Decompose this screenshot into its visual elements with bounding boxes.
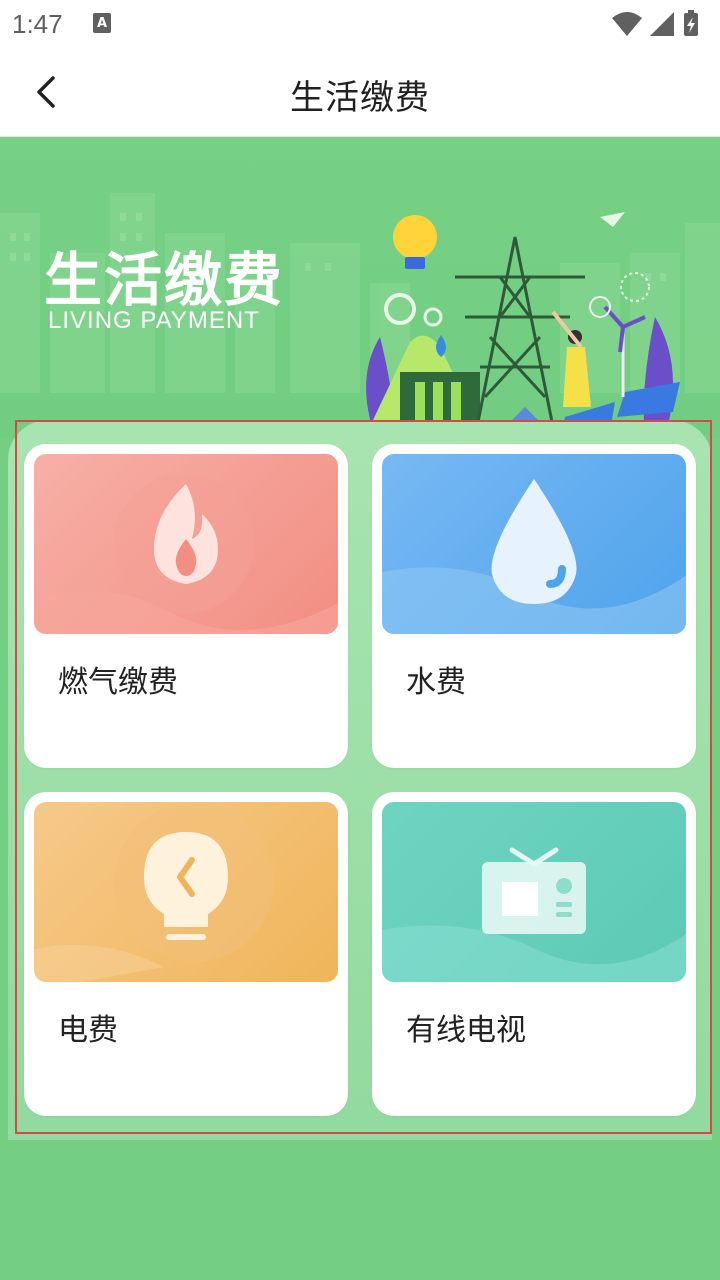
banner-title: 生活缴费 — [44, 246, 285, 314]
electricity-bill-card[interactable]: 电费 — [24, 792, 348, 1116]
water-bill-label: 水费 — [406, 665, 466, 700]
cable-tv-card[interactable]: 有线电视 — [372, 792, 696, 1116]
water-bill-card[interactable]: 水费 — [372, 444, 696, 768]
status-bar: 1:47 A — [0, 0, 720, 48]
banner-subtitle: LIVING PAYMENT — [48, 307, 260, 334]
gas-payment-label: 燃气缴费 — [58, 665, 178, 700]
battery-charging-icon — [684, 10, 698, 36]
signal-icon — [650, 12, 674, 36]
cable-tv-label: 有线电视 — [406, 1013, 526, 1048]
banner: 生活缴费 LIVING PAYMENT — [0, 137, 720, 437]
service-panel: 燃气缴费 水费 电费 有线电视 — [8, 420, 712, 1140]
water-drop-icon — [491, 479, 577, 604]
svg-text:A: A — [97, 16, 107, 31]
water-card-art — [382, 454, 686, 634]
gas-card-art — [34, 454, 338, 634]
energy-illustration — [365, 212, 680, 437]
status-time: 1:47 — [12, 9, 63, 39]
status-icons — [612, 10, 698, 36]
app-bar: 生活缴费 — [0, 48, 720, 137]
text-a-icon: A — [93, 13, 111, 33]
tv-icon — [482, 847, 586, 934]
cable-tv-card-art — [382, 802, 686, 982]
page-title: 生活缴费 — [290, 78, 430, 118]
electricity-bill-label: 电费 — [58, 1013, 118, 1048]
electricity-card-art — [34, 802, 338, 982]
gas-payment-card[interactable]: 燃气缴费 — [24, 444, 348, 768]
wifi-icon — [612, 12, 642, 36]
